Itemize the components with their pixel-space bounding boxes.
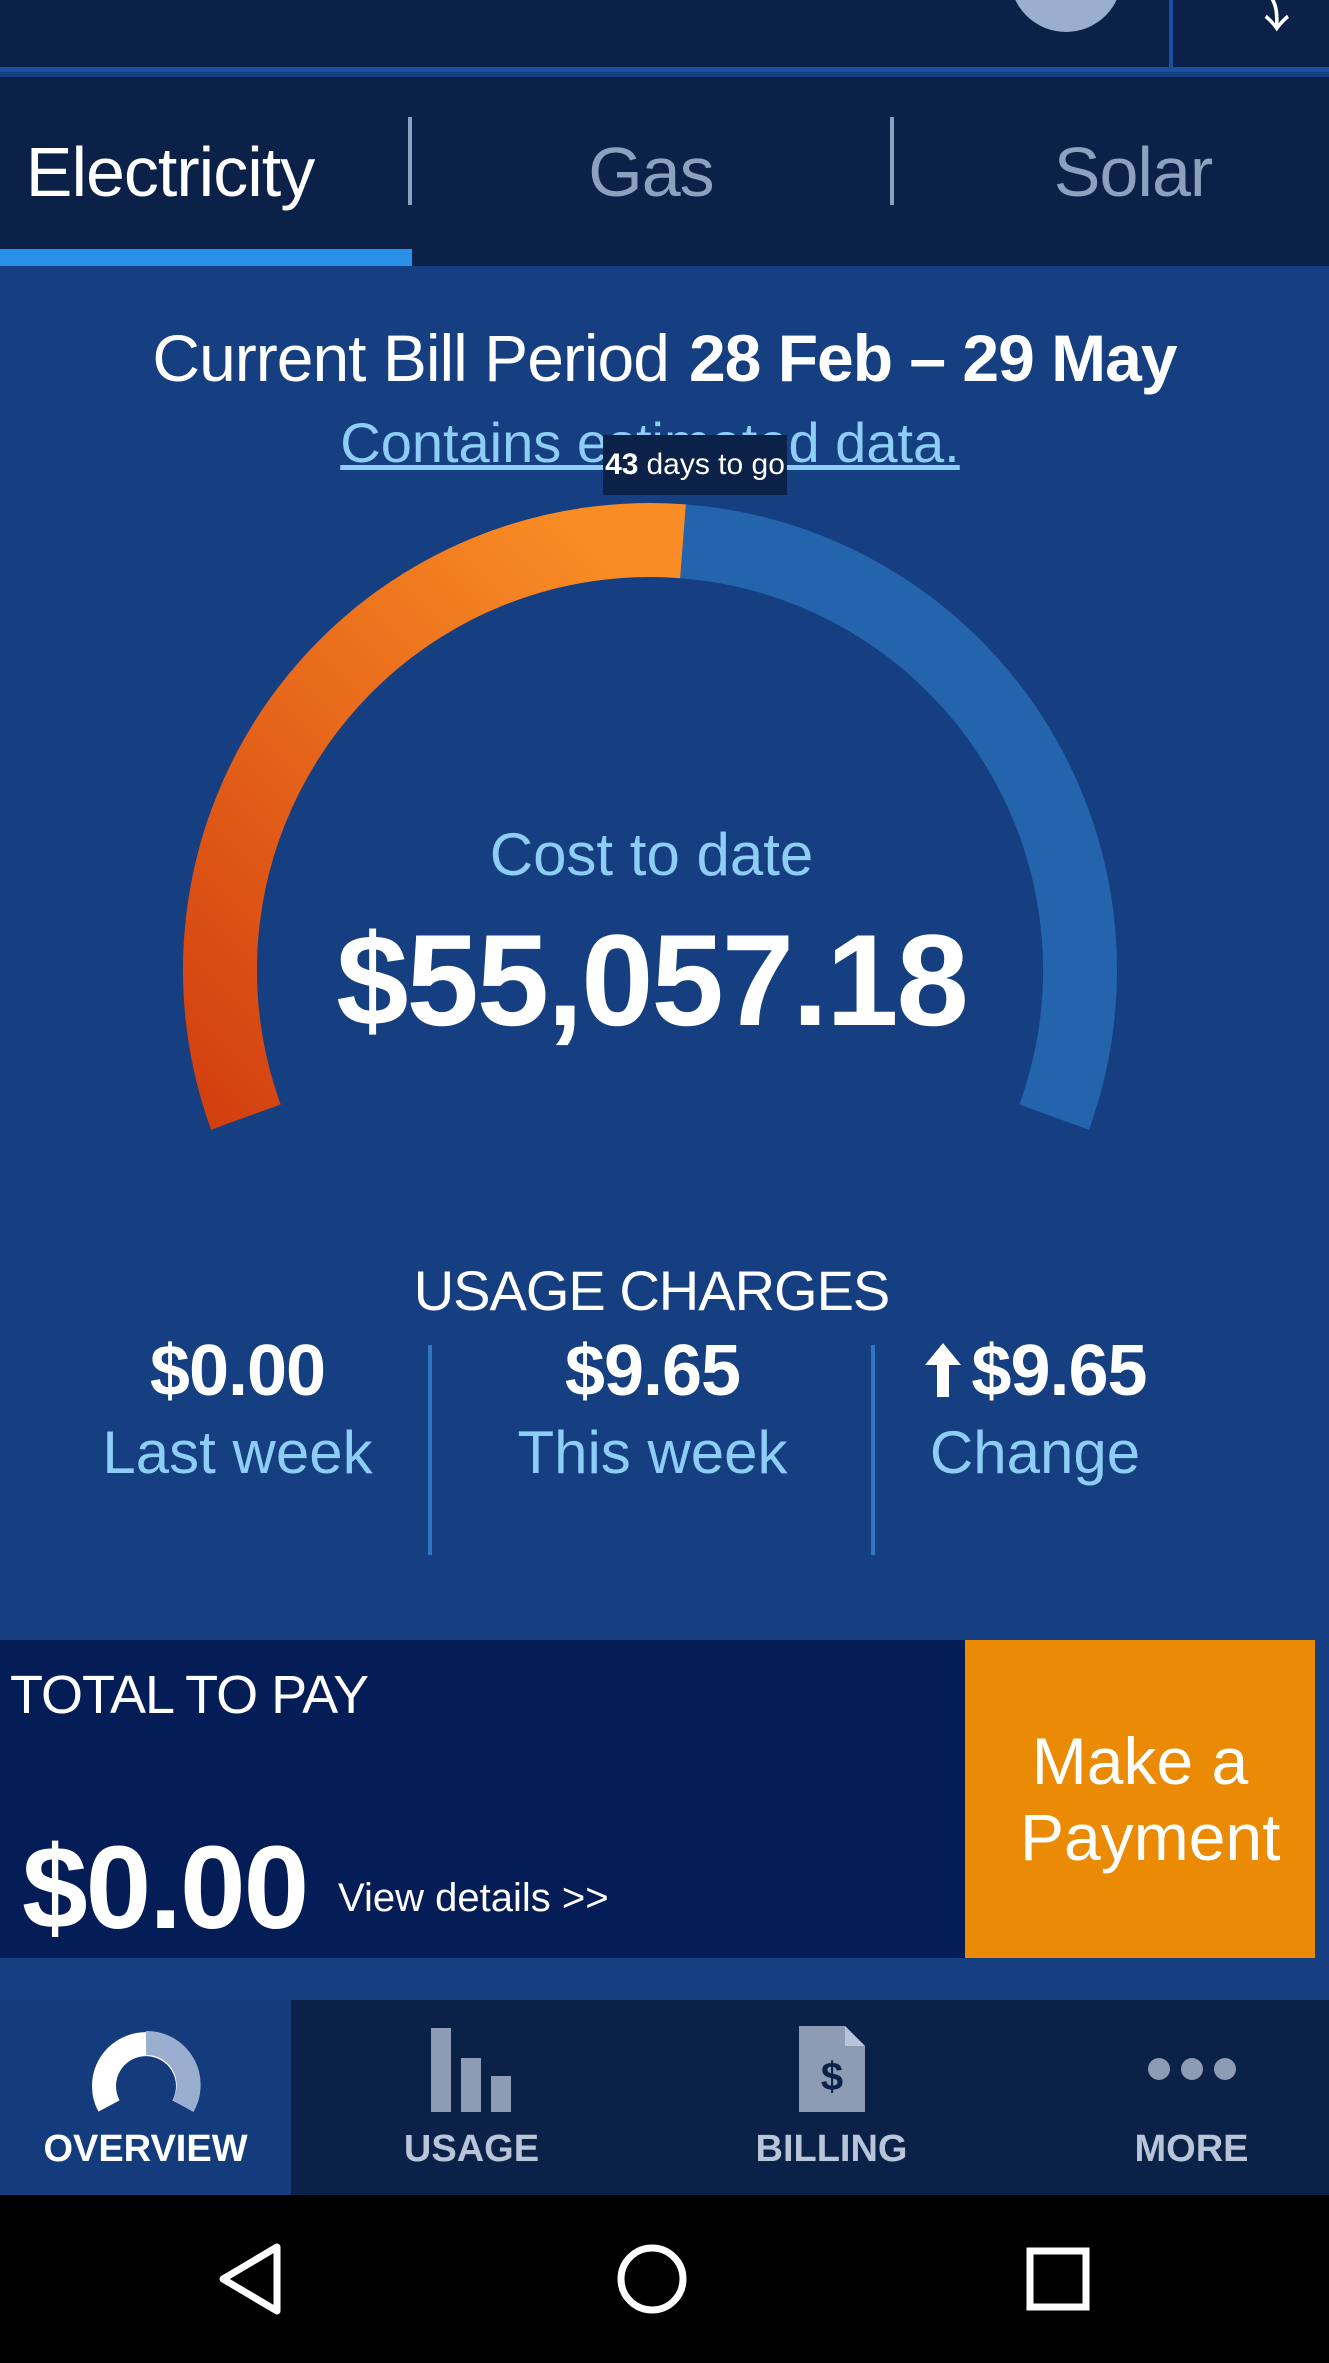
refresh-icon[interactable]: ⤵ <box>1238 0 1290 36</box>
recents-button[interactable] <box>978 2195 1138 2363</box>
last-week-stat: $0.00 Last week <box>40 1330 435 1487</box>
tab-electricity[interactable]: Electricity <box>0 77 340 266</box>
cost-to-date-value: $55,057.18 <box>336 907 969 1053</box>
nav-more-label: MORE <box>1134 2128 1249 2170</box>
last-week-label: Last week <box>102 1419 373 1486</box>
bill-period-label: Current Bill Period <box>152 321 670 395</box>
nav-overview-label: OVERVIEW <box>43 2128 248 2170</box>
top-app-bar: ⤵ <box>0 0 1329 72</box>
last-week-value: $0.00 <box>149 1331 326 1411</box>
fuel-tabs: Electricity Gas Solar <box>0 77 1329 266</box>
change-label: Change <box>929 1419 1141 1486</box>
svg-text:$: $ <box>820 2055 842 2099</box>
days-to-go-label: days to go <box>646 448 785 481</box>
nav-overview-icon-wrap <box>0 2024 291 2114</box>
bill-document-icon: $ <box>798 2026 865 2112</box>
usage-divider <box>428 1345 432 1555</box>
tab-solar[interactable]: Solar <box>892 77 1329 266</box>
change-value-row: $9.65 <box>870 1330 1200 1412</box>
nav-billing-label: BILLING <box>755 2128 908 2170</box>
home-circle-icon <box>617 2244 687 2314</box>
gauge-icon <box>91 2030 201 2112</box>
change-value: $9.65 <box>971 1331 1147 1411</box>
bar-chart-icon <box>430 2028 511 2112</box>
bill-period-range: 28 Feb – 29 May <box>688 321 1178 395</box>
cost-to-date-label: Cost to date <box>489 821 814 888</box>
nav-more[interactable]: MORE <box>1046 2000 1329 2195</box>
home-button[interactable] <box>572 2195 732 2363</box>
arrow-up-icon <box>925 1343 962 1397</box>
nav-usage[interactable]: USAGE <box>326 2000 617 2195</box>
usage-charges-title: USAGE CHARGES <box>413 1259 891 1322</box>
nav-overview[interactable]: OVERVIEW <box>0 2000 291 2195</box>
view-details-link[interactable]: View details >> <box>338 1876 609 1921</box>
this-week-value: $9.65 <box>564 1331 741 1411</box>
nav-billing[interactable]: $ BILLING <box>686 2000 977 2195</box>
days-to-go-badge: 43 days to go <box>603 435 787 495</box>
total-to-pay-panel: TOTAL TO PAY $0.00 View details >> <box>0 1640 965 1958</box>
back-triangle-icon <box>219 2243 281 2315</box>
make-payment-button[interactable]: Make a Payment <box>965 1640 1315 1958</box>
avatar[interactable] <box>1010 0 1122 32</box>
bottom-navigation: OVERVIEW USAGE $ BILLING MORE <box>0 2000 1329 2195</box>
nav-usage-icon-wrap <box>326 2024 617 2114</box>
active-tab-indicator <box>0 249 412 266</box>
more-dots-icon <box>1147 2058 1236 2080</box>
nav-more-icon-wrap <box>1046 2024 1329 2114</box>
days-to-go-count: 43 <box>605 448 639 481</box>
recents-square-icon <box>1026 2247 1090 2311</box>
bill-period-heading: Current Bill Period 28 Feb – 29 May <box>0 320 1329 396</box>
make-payment-label: Make a Payment <box>1020 1724 1281 1874</box>
system-navigation-bar <box>0 2195 1329 2363</box>
this-week-stat: $9.65 This week <box>435 1330 870 1487</box>
this-week-label: This week <box>517 1419 788 1486</box>
total-to-pay-title: TOTAL TO PAY <box>10 1665 369 1725</box>
change-stat: $9.65 Change <box>870 1330 1200 1487</box>
nav-billing-icon-wrap: $ <box>686 2024 977 2114</box>
tab-gas[interactable]: Gas <box>410 77 892 266</box>
total-to-pay-amount: $0.00 <box>22 1822 309 1954</box>
top-bar-divider <box>1169 0 1173 72</box>
back-button[interactable] <box>170 2195 330 2363</box>
nav-usage-label: USAGE <box>403 2128 540 2170</box>
